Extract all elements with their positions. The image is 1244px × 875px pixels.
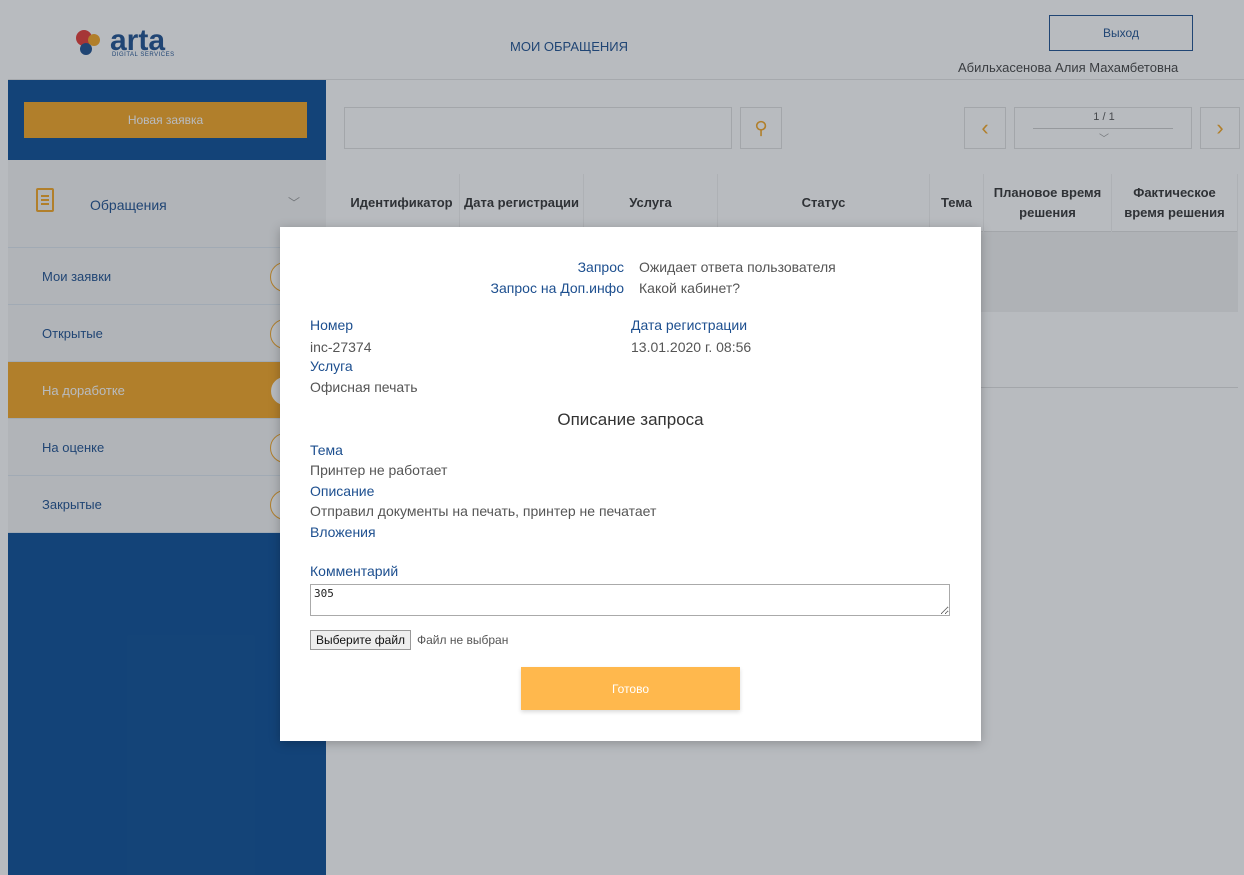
info-request-value: Какой кабинет? bbox=[639, 280, 741, 296]
description-value: Отправил документы на печать, принтер не… bbox=[310, 503, 657, 519]
request-detail-modal: Запрос Ожидает ответа пользователя Запро… bbox=[280, 227, 981, 741]
service-label: Услуга bbox=[310, 358, 353, 374]
info-request-label: Запрос на Доп.инфо bbox=[490, 280, 624, 296]
choose-file-button[interactable]: Выберите файл bbox=[310, 630, 412, 650]
topic-value: Принтер не работает bbox=[310, 462, 448, 478]
comment-field[interactable]: 305 bbox=[310, 584, 950, 616]
done-button[interactable]: Готово bbox=[521, 667, 740, 710]
attachments-label: Вложения bbox=[310, 524, 376, 540]
registration-date-label: Дата регистрации bbox=[631, 317, 748, 333]
file-status: Файл не выбран bbox=[417, 633, 509, 647]
comment-label: Комментарий bbox=[310, 563, 399, 579]
number-value: inc-27374 bbox=[310, 339, 372, 355]
request-status-value: Ожидает ответа пользователя bbox=[639, 259, 836, 275]
section-title: Описание запроса bbox=[557, 410, 704, 429]
registration-date-value: 13.01.2020 г. 08:56 bbox=[631, 339, 752, 355]
number-label: Номер bbox=[310, 317, 354, 333]
service-value: Офисная печать bbox=[310, 379, 418, 395]
description-label: Описание bbox=[310, 483, 375, 499]
topic-label: Тема bbox=[310, 442, 343, 458]
request-label: Запрос bbox=[577, 259, 624, 275]
